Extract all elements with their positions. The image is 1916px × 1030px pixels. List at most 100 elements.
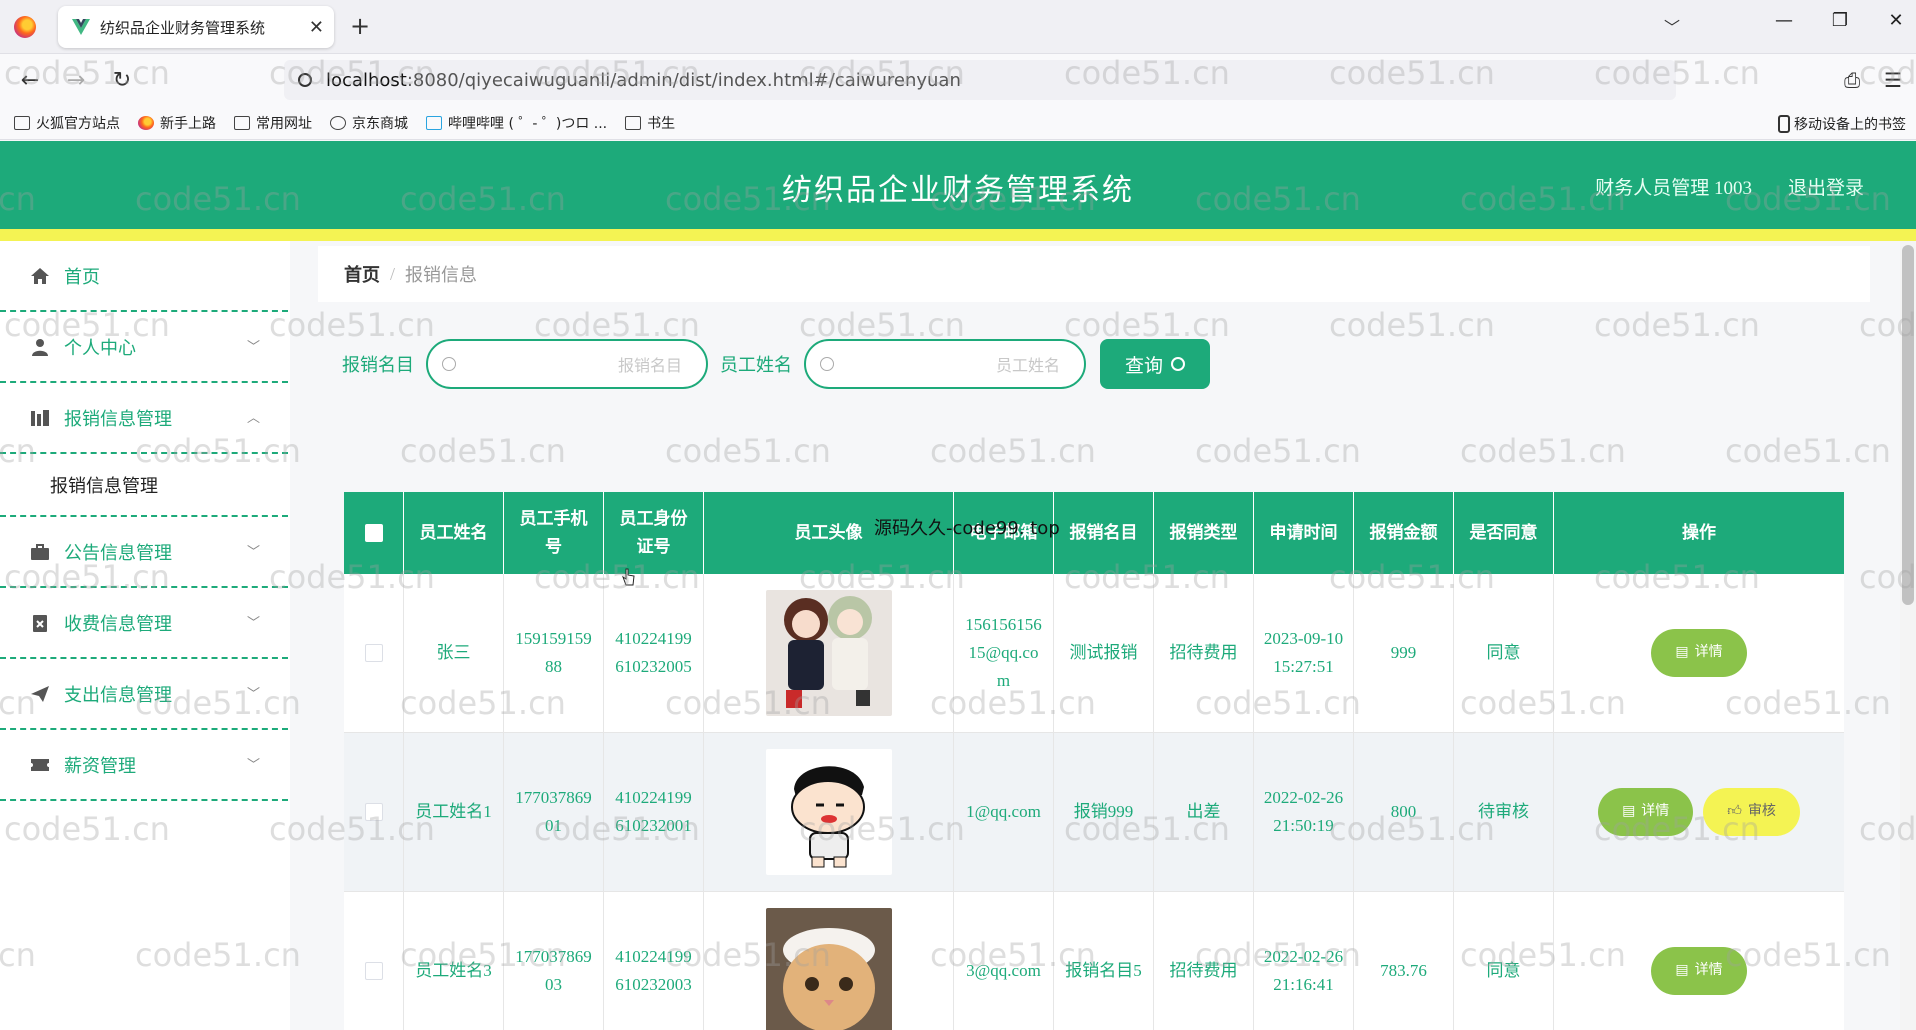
breadcrumb-separator: / bbox=[390, 263, 396, 284]
chart-icon bbox=[31, 409, 49, 426]
bookmark-item[interactable]: 常用网址 bbox=[234, 113, 312, 133]
table-header: 员工姓名 员工手机号 员工身份证号 员工头像 电子邮箱 报销名目 报销类型 申请… bbox=[344, 492, 1844, 574]
cell-email: 15615615615@qq.com bbox=[954, 574, 1054, 732]
logout-link[interactable]: 退出登录 bbox=[1788, 173, 1864, 200]
sidebar-item-home[interactable]: 首页 bbox=[0, 241, 288, 312]
window-close-icon[interactable]: ✕ bbox=[1886, 10, 1906, 31]
reimbursement-table: 员工姓名 员工手机号 员工身份证号 员工头像 电子邮箱 报销名目 报销类型 申请… bbox=[344, 492, 1844, 1030]
cell-type: 出差 bbox=[1154, 733, 1254, 891]
forward-icon[interactable]: → bbox=[62, 68, 90, 93]
sidebar-item-notice[interactable]: 公告信息管理 ﹀ bbox=[0, 517, 288, 588]
firefox-icon[interactable] bbox=[14, 16, 36, 38]
back-icon[interactable]: ← bbox=[16, 68, 44, 93]
cell-avatar bbox=[704, 733, 954, 891]
breadcrumb: 首页 / 报销信息 bbox=[318, 246, 1870, 302]
bookmark-item[interactable]: 哔哩哔哩 ( ゜- ゜)つロ ... bbox=[426, 113, 607, 133]
bookmarks-bar: 火狐官方站点 新手上路 常用网址 京东商城 哔哩哔哩 ( ゜- ゜)つロ ...… bbox=[0, 106, 1916, 140]
bookmark-item[interactable]: 京东商城 bbox=[330, 113, 408, 133]
chevron-up-icon: ︿ bbox=[246, 410, 260, 425]
watermark-text: code51.cn bbox=[1594, 306, 1760, 344]
cell-type: 招待费用 bbox=[1154, 892, 1254, 1030]
submenu-reimbursement-manage[interactable]: 报销信息管理 bbox=[0, 454, 288, 517]
document-icon: ▤ bbox=[1675, 645, 1689, 660]
select-all-checkbox[interactable] bbox=[364, 524, 383, 542]
avatar-anime-girls bbox=[765, 590, 892, 716]
watermark-text: code51.cn bbox=[1195, 432, 1361, 470]
bookmark-item[interactable]: 火狐官方站点 bbox=[14, 113, 120, 133]
cell-actions: ▤ 详情 bbox=[1554, 574, 1844, 732]
document-icon: ▤ bbox=[1622, 804, 1636, 819]
page-scrollbar[interactable] bbox=[1900, 241, 1916, 1030]
row-checkbox[interactable] bbox=[364, 803, 383, 821]
column-header: 员工姓名 bbox=[404, 492, 504, 574]
minimize-icon[interactable]: — bbox=[1774, 10, 1794, 31]
avatar-cat bbox=[765, 908, 892, 1030]
sidebar-item-salary[interactable]: 薪资管理 ﹀ bbox=[0, 730, 288, 801]
mouse-cursor-icon bbox=[622, 568, 635, 586]
browser-tab[interactable]: 纺织品企业财务管理系统 ✕ bbox=[58, 6, 334, 48]
detail-button[interactable]: ▤ 详情 bbox=[1651, 629, 1747, 677]
cell-name: 员工姓名3 bbox=[404, 892, 504, 1030]
cell-item: 报销999 bbox=[1054, 733, 1154, 891]
avatar-cartoon-boy bbox=[765, 749, 892, 875]
search-form: 报销名目 报销名目 员工姓名 员工姓名 查询 bbox=[318, 336, 1210, 392]
reload-icon[interactable]: ↻ bbox=[108, 68, 136, 93]
cell-time: 2023-09-10 15:27:51 bbox=[1254, 574, 1354, 732]
cell-time: 2022-02-26 21:16:41 bbox=[1254, 892, 1354, 1030]
sidebar-item-label: 支出信息管理 bbox=[64, 684, 172, 705]
cell-phone: 17703786903 bbox=[504, 892, 604, 1030]
scrollbar-thumb[interactable] bbox=[1902, 245, 1914, 605]
sidebar-item-expenses[interactable]: 支出信息管理 ﹀ bbox=[0, 659, 288, 730]
cell-agree: 待审核 bbox=[1454, 733, 1554, 891]
row-checkbox[interactable] bbox=[364, 644, 383, 662]
globe-icon bbox=[330, 115, 346, 130]
cell-phone: 15915915988 bbox=[504, 574, 604, 732]
table-row: 员工姓名1 17703786901 410224199610232001 1@q… bbox=[344, 733, 1844, 892]
sidebar-item-label: 薪资管理 bbox=[64, 755, 136, 776]
phone-icon bbox=[1778, 115, 1790, 133]
folder-icon bbox=[625, 115, 642, 130]
sidebar-item-charges[interactable]: 收费信息管理 ﹀ bbox=[0, 588, 288, 659]
detail-button[interactable]: ▤ 详情 bbox=[1651, 947, 1747, 995]
browser-navbar: ← → ↻ localhost:8080/qiyecaiwuguanli/adm… bbox=[0, 54, 1916, 106]
search-placeholder: 报销名目 bbox=[617, 358, 682, 375]
chevron-down-icon: ﹀ bbox=[246, 544, 260, 559]
table-row: 张三 15915915988 410224199610232005 156156… bbox=[344, 574, 1844, 733]
audit-button[interactable]: 👍︎ 审核 bbox=[1703, 788, 1800, 836]
ticket-icon bbox=[31, 758, 49, 771]
clipboard-icon bbox=[33, 614, 47, 632]
browser-tabbar: 纺织品企业财务管理系统 ✕ + ﹀ — ❐ ✕ bbox=[0, 0, 1916, 54]
bookmark-item[interactable]: 书生 bbox=[625, 113, 675, 133]
address-bar[interactable]: localhost:8080/qiyecaiwuguanli/admin/dis… bbox=[284, 60, 1676, 100]
row-checkbox[interactable] bbox=[364, 962, 383, 980]
query-button[interactable]: 查询 bbox=[1100, 339, 1210, 389]
sidebar-item-reimbursement[interactable]: 报销信息管理 ︿ bbox=[0, 383, 288, 454]
bookmark-item[interactable]: 新手上路 bbox=[138, 113, 216, 133]
mobile-bookmarks[interactable]: 移动设备上的书签 bbox=[1778, 114, 1906, 134]
column-header: 操作 bbox=[1682, 523, 1716, 542]
detail-button[interactable]: ▤ 详情 bbox=[1598, 788, 1694, 836]
column-header: 是否同意 bbox=[1454, 492, 1554, 574]
chevron-down-icon: ﹀ bbox=[246, 615, 260, 630]
search-input-item[interactable]: 报销名目 bbox=[426, 339, 708, 389]
menu-icon[interactable]: ☰ bbox=[1884, 68, 1902, 92]
watermark-text: code51.cn bbox=[665, 432, 831, 470]
thumbs-up-icon: 👍︎ bbox=[1727, 804, 1742, 819]
app-header: 纺织品企业财务管理系统 财务人员管理 1003 退出登录 bbox=[0, 141, 1916, 229]
sidebar-item-label: 个人中心 bbox=[64, 337, 136, 358]
extensions-icon[interactable]: ⎙ bbox=[1844, 68, 1860, 92]
watermark-text: code51.cn bbox=[1460, 432, 1626, 470]
search-input-employee[interactable]: 员工姓名 bbox=[804, 339, 1086, 389]
cell-amount: 783.76 bbox=[1354, 892, 1454, 1030]
breadcrumb-home[interactable]: 首页 bbox=[344, 261, 380, 287]
search-label-item: 报销名目 bbox=[342, 355, 414, 375]
cell-name: 张三 bbox=[404, 574, 504, 732]
sidebar-item-profile[interactable]: 个人中心 ﹀ bbox=[0, 312, 288, 383]
watermark-text: code51.cn bbox=[1329, 306, 1495, 344]
close-icon[interactable]: ✕ bbox=[309, 17, 324, 38]
new-tab-icon[interactable]: + bbox=[350, 12, 370, 40]
cell-time: 2022-02-26 21:50:19 bbox=[1254, 733, 1354, 891]
restore-icon[interactable]: ❐ bbox=[1830, 10, 1850, 31]
row-select-cell bbox=[344, 574, 404, 732]
chevron-down-icon[interactable]: ﹀ bbox=[1664, 14, 1680, 38]
